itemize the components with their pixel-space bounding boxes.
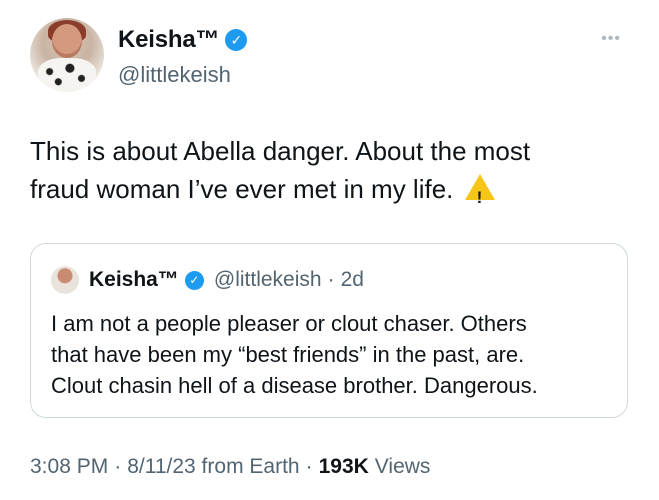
quoted-text-line: I am not a people pleaser or clout chase… <box>51 311 527 336</box>
tweet-date-source[interactable]: 8/11/23 from Earth <box>127 455 299 479</box>
meta-separator: · <box>305 455 313 478</box>
quoted-text-line: that have been my “best friends” in the … <box>51 342 525 367</box>
tweet-text: This is about Abella danger. About the m… <box>30 132 630 217</box>
views-label: Views <box>374 455 431 478</box>
tweet-time[interactable]: 3:08 PM <box>30 455 108 479</box>
quoted-text-line: Clout chasin hell of a disease brother. … <box>51 373 538 398</box>
tweet-meta: 3:08 PM · 8/11/23 from Earth · 193K View… <box>30 455 430 479</box>
views-count[interactable]: 193K <box>319 455 369 479</box>
avatar-face <box>52 24 82 58</box>
verified-badge-icon[interactable]: ✓ <box>225 29 248 51</box>
quoted-author-handle[interactable]: @littlekeish <box>214 268 322 292</box>
quoted-author-avatar[interactable] <box>51 266 79 294</box>
author-display-name[interactable]: Keisha™ <box>118 26 220 54</box>
quoted-tweet-separator: · <box>327 268 335 291</box>
tweet-text-line: fraud woman I’ve ever met in my life. <box>30 170 630 217</box>
meta-separator: · <box>114 455 122 478</box>
warning-icon <box>464 174 495 217</box>
verified-badge-icon[interactable]: ✓ <box>184 270 204 290</box>
author-name-row: Keisha™ ✓ <box>118 26 248 54</box>
quoted-tweet[interactable]: Keisha™ ✓ @littlekeish · 2d I am not a p… <box>30 243 628 418</box>
author-avatar[interactable] <box>30 18 104 92</box>
quoted-tweet-header: Keisha™ ✓ @littlekeish · 2d <box>51 266 364 294</box>
avatar-dalmatian <box>38 58 96 92</box>
quoted-author-display-name[interactable]: Keisha™ <box>89 268 179 292</box>
quoted-tweet-age[interactable]: 2d <box>341 268 364 292</box>
quoted-tweet-text: I am not a people pleaser or clout chase… <box>51 308 611 401</box>
tweet-header: Keisha™ ✓ @littlekeish ••• <box>30 18 639 92</box>
tweet-detail: Keisha™ ✓ @littlekeish ••• This is about… <box>0 0 659 500</box>
tweet-text-line: This is about Abella danger. About the m… <box>30 136 531 166</box>
tweet-text-line-content: fraud woman I’ve ever met in my life. <box>30 174 454 204</box>
author-handle[interactable]: @littlekeish <box>118 62 231 88</box>
more-options-icon[interactable]: ••• <box>601 30 621 48</box>
